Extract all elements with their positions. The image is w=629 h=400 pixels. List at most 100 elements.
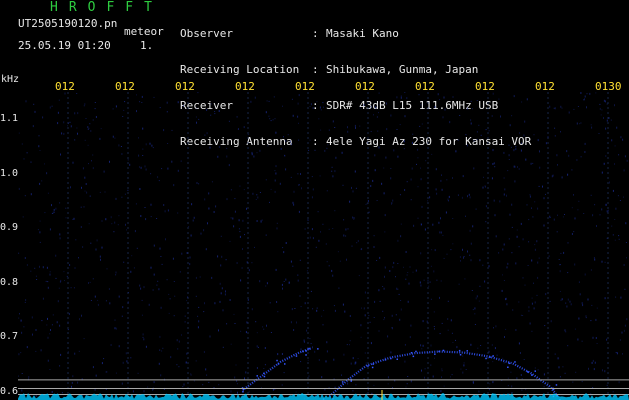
noise-speck <box>245 331 247 334</box>
noise-speck <box>439 296 440 299</box>
noise-speck <box>110 216 112 219</box>
noise-speck <box>503 151 505 154</box>
noise-speck <box>569 300 571 303</box>
noise-speck <box>145 168 147 171</box>
noise-speck <box>159 247 161 250</box>
noise-speck <box>262 326 264 328</box>
noise-speck <box>568 111 570 114</box>
noise-speck <box>105 300 107 302</box>
noise-speck <box>419 281 421 284</box>
noise-speck <box>178 366 180 368</box>
noise-speck <box>92 278 94 280</box>
noise-speck <box>415 269 417 272</box>
noise-speck <box>580 122 582 124</box>
noise-speck <box>254 96 256 99</box>
noise-speck <box>521 142 523 144</box>
noise-speck <box>574 328 576 330</box>
noise-speck <box>243 189 245 191</box>
noise-speck <box>248 390 250 393</box>
noise-speck <box>234 210 236 213</box>
noise-speck <box>232 217 234 220</box>
noise-speck <box>614 104 615 107</box>
noise-speck <box>468 193 470 196</box>
noise-speck <box>149 142 151 145</box>
noise-speck <box>331 170 333 172</box>
noise-speck <box>270 188 272 190</box>
noise-speck <box>561 298 563 301</box>
noise-speck <box>506 194 507 197</box>
noise-speck <box>70 287 72 289</box>
noise-speck <box>347 126 348 129</box>
noise-speck <box>420 223 422 226</box>
noise-speck <box>455 150 457 153</box>
noise-speck <box>626 318 628 321</box>
noise-speck <box>269 118 271 120</box>
noise-speck <box>114 137 116 139</box>
echo-trace-point <box>305 350 307 352</box>
noise-speck <box>404 360 406 363</box>
noise-speck <box>243 126 245 129</box>
y-tick-label: 0.7 <box>0 331 19 343</box>
noise-speck <box>118 215 120 217</box>
noise-speck <box>164 210 166 213</box>
noise-speck <box>121 315 123 317</box>
noise-speck <box>342 184 344 186</box>
noise-speck <box>41 180 43 182</box>
noise-speck <box>605 155 607 157</box>
noise-speck <box>578 317 580 320</box>
noise-speck <box>532 216 534 218</box>
noise-speck <box>319 175 321 177</box>
noise-speck <box>440 280 442 282</box>
noise-speck <box>542 185 543 188</box>
noise-speck <box>36 279 38 280</box>
noise-speck <box>75 239 77 241</box>
noise-speck <box>233 313 235 315</box>
noise-speck <box>519 132 521 134</box>
noise-speck <box>87 128 89 130</box>
noise-speck <box>355 384 357 386</box>
noise-speck <box>347 382 349 385</box>
noise-speck <box>529 322 531 325</box>
noise-speck <box>293 190 295 193</box>
noise-speck <box>160 306 162 309</box>
noise-speck <box>479 259 481 262</box>
noise-speck <box>76 127 78 129</box>
noise-speck <box>105 218 107 221</box>
noise-speck <box>427 279 429 282</box>
noise-speck <box>180 160 182 162</box>
noise-speck <box>20 352 22 354</box>
noise-speck <box>625 222 627 225</box>
noise-speck <box>410 199 412 201</box>
noise-speck <box>523 359 525 360</box>
noise-speck <box>606 237 608 239</box>
main-echo-trace-point <box>415 350 417 353</box>
noise-speck <box>204 302 205 305</box>
noise-speck <box>38 145 40 148</box>
noise-speck <box>140 166 142 169</box>
noise-speck <box>49 106 51 109</box>
noise-speck <box>567 173 569 176</box>
noise-speck <box>228 120 230 122</box>
noise-speck <box>353 219 355 220</box>
noise-speck <box>140 287 142 290</box>
noise-speck <box>599 107 601 110</box>
echo-trace-point <box>308 348 310 350</box>
noise-speck <box>47 286 49 289</box>
noise-speck <box>455 339 456 341</box>
noise-speck <box>72 218 74 220</box>
noise-speck <box>405 251 407 253</box>
echo-trace-point <box>263 375 266 378</box>
noise-speck <box>612 189 614 192</box>
noise-speck <box>352 190 354 193</box>
noise-speck <box>417 157 419 159</box>
noise-speck <box>625 242 627 243</box>
noise-speck <box>384 231 386 233</box>
noise-speck <box>101 362 103 365</box>
noise-speck <box>412 133 414 135</box>
noise-speck <box>163 129 165 132</box>
noise-speck <box>466 144 468 147</box>
noise-speck <box>89 123 91 125</box>
noise-speck <box>404 115 406 118</box>
noise-speck <box>601 171 603 174</box>
noise-speck <box>236 116 238 118</box>
